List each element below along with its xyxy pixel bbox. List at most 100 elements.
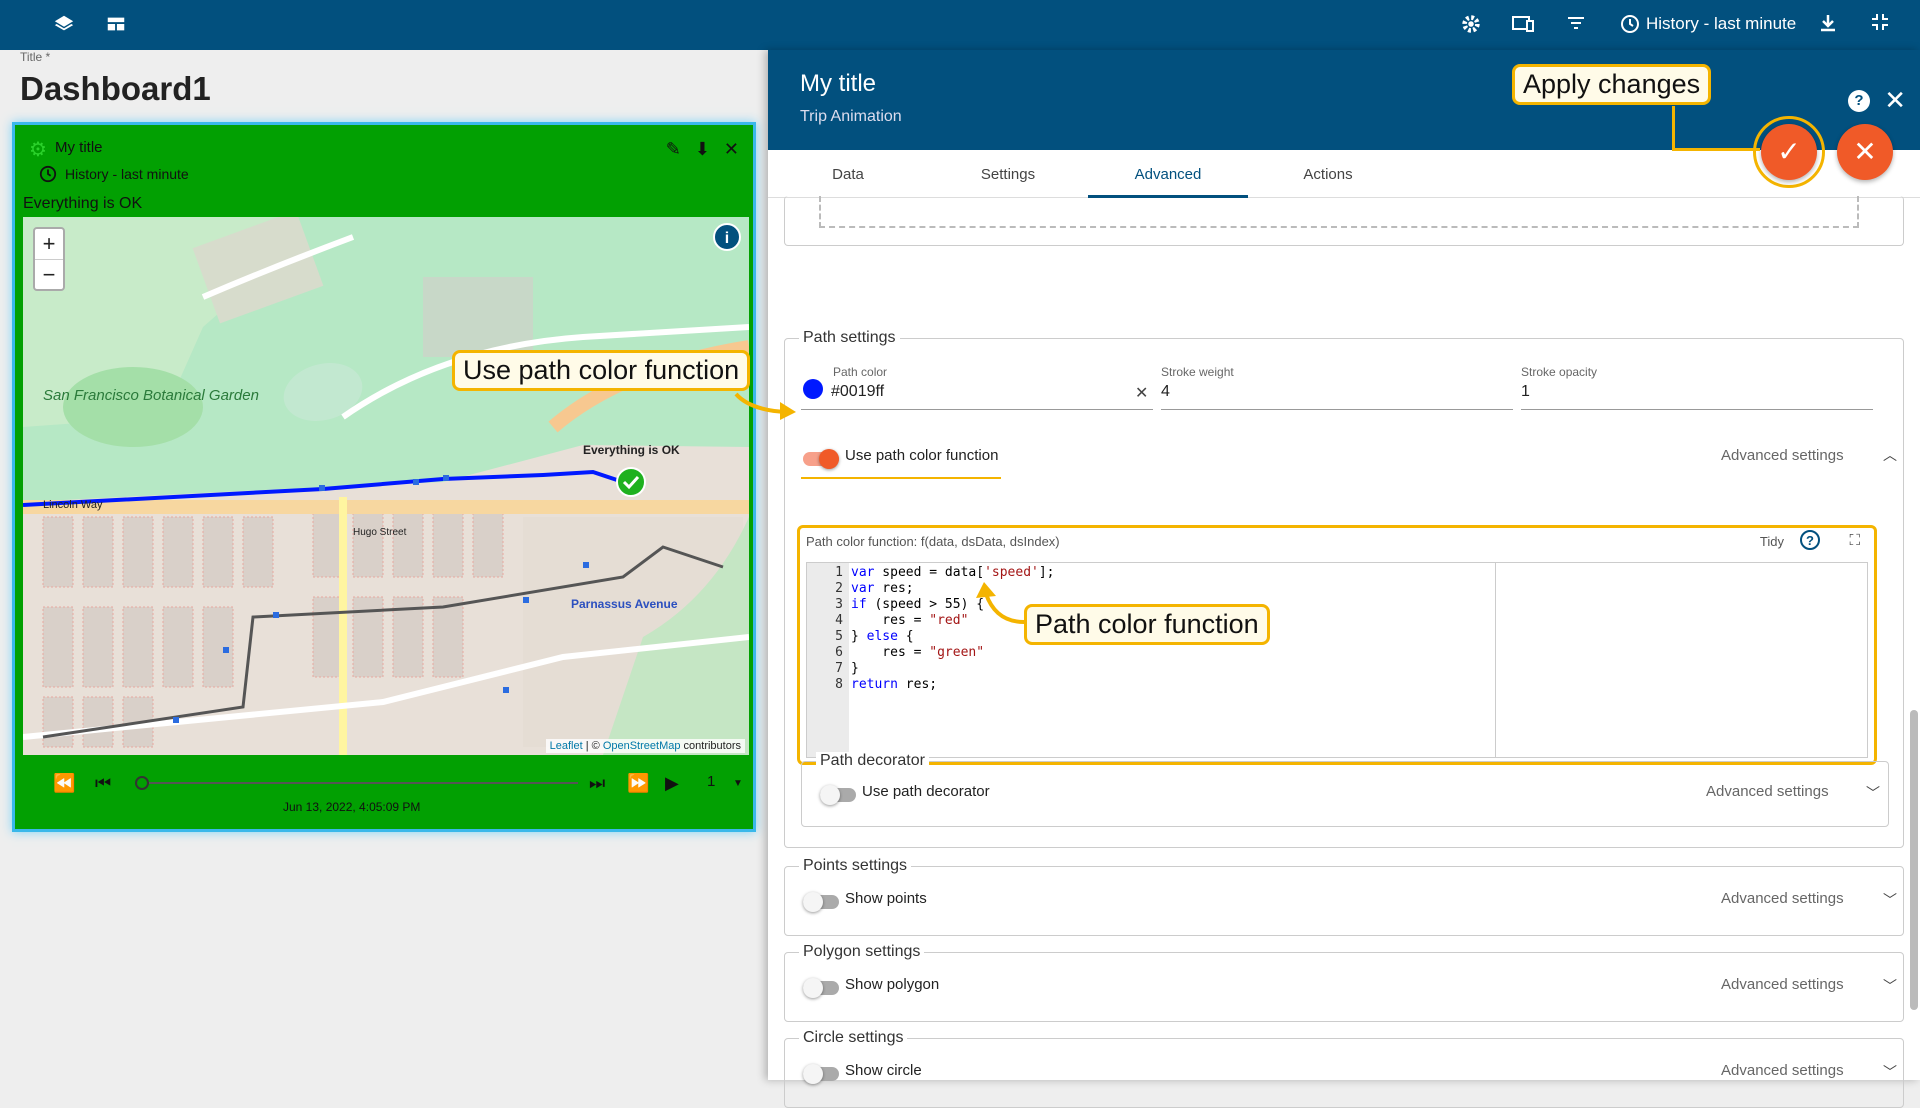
use-path-decorator-toggle[interactable]	[820, 785, 856, 805]
map-widget[interactable]: ⚙ My title History - last minute ✎ ⬇ ✕ E…	[12, 122, 756, 832]
stroke-weight-input[interactable]: 4	[1161, 383, 1170, 401]
stroke-opacity-input[interactable]: 1	[1521, 383, 1530, 401]
layers-icon[interactable]	[52, 13, 76, 37]
callout-apply-changes: Apply changes	[1512, 64, 1712, 105]
fullscreen-exit-icon[interactable]	[1868, 13, 1892, 37]
widget-download-icon[interactable]: ⬇	[695, 139, 710, 160]
use-path-color-function-label: Use path color function	[845, 447, 999, 464]
devices-icon[interactable]	[1511, 13, 1535, 37]
timeline-track[interactable]	[138, 782, 578, 784]
zoom-out-button[interactable]: −	[35, 260, 63, 290]
chevron-down-icon[interactable]: ﹀	[1883, 976, 1897, 996]
path-color-swatch[interactable]	[803, 379, 823, 399]
circle-legend: Circle settings	[799, 1029, 908, 1047]
skip-previous-icon[interactable]: ⏮	[95, 773, 111, 794]
download-icon[interactable]	[1816, 13, 1840, 37]
use-path-color-function-toggle[interactable]	[803, 449, 839, 469]
decline-button[interactable]: ✕	[1837, 124, 1893, 180]
path-color-label: Path color	[833, 365, 888, 379]
dashboard-layout-icon[interactable]	[104, 13, 128, 37]
show-points-label: Show points	[845, 890, 927, 907]
widget-gear-icon: ⚙	[29, 139, 47, 161]
edit-icon[interactable]: ✎	[666, 139, 681, 160]
callout-arrow	[734, 392, 796, 420]
code-editor[interactable]: 1234 5678 var speed = data['speed']; var…	[806, 562, 1868, 758]
apply-button[interactable]: ✓	[1761, 124, 1817, 180]
top-toolbar: History - last minute	[0, 0, 1920, 50]
scrollbar[interactable]	[1910, 710, 1918, 1010]
function-help-icon[interactable]: ?	[1800, 530, 1820, 550]
panel-header: My title Trip Animation ? ✕	[768, 50, 1920, 150]
skip-next-icon[interactable]: ⏭	[589, 773, 605, 794]
widget-close-icon[interactable]: ✕	[724, 139, 739, 160]
chevron-down-icon[interactable]: ﹀	[1883, 890, 1897, 910]
leaflet-link[interactable]: Leaflet	[550, 740, 583, 752]
chevron-up-icon[interactable]: ︿	[1883, 445, 1897, 465]
callout-use-path-color-function: Use path color function	[452, 350, 751, 391]
callout-arrow	[976, 582, 1025, 624]
player-date: Jun 13, 2022, 4:05:09 PM	[283, 800, 421, 814]
previous-section	[784, 196, 1904, 246]
advanced-content: Path settings Path color #0019ff ✕ Strok…	[784, 196, 1904, 1108]
path-decorator-legend: Path decorator	[816, 752, 929, 770]
speed-dropdown-icon[interactable]: ▼	[733, 778, 743, 789]
map-view[interactable]: San Francisco Botanical Garden Everythin…	[23, 217, 749, 755]
help-icon[interactable]: ?	[1848, 90, 1870, 112]
chevron-down-icon[interactable]: ﹀	[1883, 1062, 1897, 1082]
title-field-label: Title *	[20, 50, 51, 64]
line-gutter: 1234 5678	[807, 563, 849, 757]
dashed-dropzone	[819, 196, 1859, 228]
tab-advanced[interactable]: Advanced	[1088, 166, 1248, 183]
show-polygon-toggle[interactable]	[803, 978, 839, 998]
history-label: History - last minute	[1646, 14, 1797, 33]
clear-color-icon[interactable]: ✕	[1135, 383, 1148, 403]
chevron-down-icon[interactable]: ﹀	[1866, 783, 1880, 803]
attribution-sep: | ©	[582, 740, 603, 752]
zoom-in-button[interactable]: +	[35, 229, 63, 260]
callout-connector	[1672, 148, 1760, 151]
circle-advanced-settings[interactable]: Advanced settings	[1721, 1062, 1844, 1079]
widget-history: History - last minute	[39, 165, 189, 183]
path-settings: Path settings Path color #0019ff ✕ Strok…	[784, 329, 1904, 848]
speed-select[interactable]: 1	[707, 773, 715, 790]
info-icon[interactable]: i	[713, 223, 741, 251]
fast-forward-icon[interactable]: ⏩	[627, 773, 649, 794]
code-line-5: } else {	[851, 629, 914, 644]
tab-settings[interactable]: Settings	[928, 166, 1088, 183]
map-zoom-control: + −	[33, 227, 65, 291]
settings-icon[interactable]	[1459, 13, 1483, 37]
points-advanced-settings[interactable]: Advanced settings	[1721, 890, 1844, 907]
polygon-legend: Polygon settings	[799, 943, 925, 961]
show-polygon-label: Show polygon	[845, 976, 940, 993]
map-label-hugo: Hugo Street	[353, 527, 407, 538]
path-settings-legend: Path settings	[799, 329, 900, 347]
show-circle-toggle[interactable]	[803, 1064, 839, 1084]
decorator-advanced-settings[interactable]: Advanced settings	[1706, 783, 1829, 800]
trip-player: ⏪ ⏮ ⏭ ⏩ ▶ 1 ▼ Jun 13, 2022, 4:05:09 PM	[23, 765, 749, 825]
dashboard-title[interactable]: Dashboard1	[20, 70, 211, 108]
filter-icon[interactable]	[1564, 13, 1588, 37]
fast-rewind-icon[interactable]: ⏪	[53, 773, 75, 794]
fullscreen-icon[interactable]: ⛶	[1849, 532, 1860, 549]
advanced-settings-toggle[interactable]: Advanced settings	[1721, 447, 1844, 464]
widget-clock-icon	[39, 165, 57, 183]
panel-close-icon[interactable]: ✕	[1884, 85, 1906, 116]
path-color-input[interactable]: #0019ff	[831, 383, 884, 401]
tab-data[interactable]: Data	[768, 166, 928, 183]
stroke-opacity-underline	[1521, 409, 1873, 410]
play-icon[interactable]: ▶	[665, 773, 679, 794]
map-label-status: Everything is OK	[583, 443, 680, 457]
timeline-handle[interactable]	[135, 776, 149, 790]
use-path-decorator-label: Use path decorator	[862, 783, 990, 800]
tidy-button[interactable]: Tidy	[1760, 534, 1784, 549]
points-settings: Points settings Show points Advanced set…	[784, 857, 1904, 936]
polygon-advanced-settings[interactable]: Advanced settings	[1721, 976, 1844, 993]
dashboard-area: Title * Dashboard1 ⚙ My title History - …	[0, 50, 768, 1080]
path-color-function-editor: Path color function: f(data, dsData, dsI…	[797, 525, 1877, 765]
map-label-botanical: San Francisco Botanical Garden	[43, 387, 259, 404]
show-points-toggle[interactable]	[803, 892, 839, 912]
history-button[interactable]: History - last minute	[1620, 14, 1796, 34]
tab-actions[interactable]: Actions	[1248, 166, 1408, 183]
code-line-3: if (speed > 55) {	[851, 597, 985, 612]
osm-link[interactable]: OpenStreetMap	[603, 740, 681, 752]
